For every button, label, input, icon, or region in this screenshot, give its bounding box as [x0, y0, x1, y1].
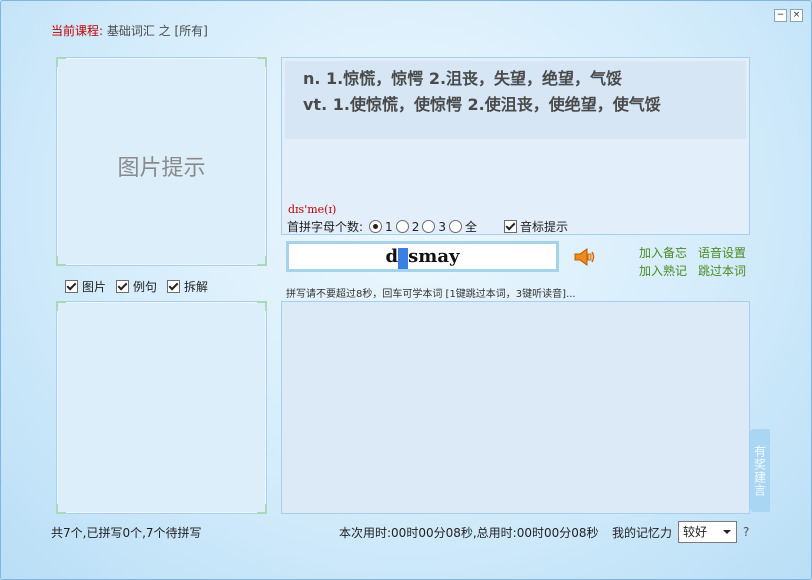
definition-verb: vt. 1.使惊慌，使惊愕 2.使沮丧，使绝望，使气馁 [303, 95, 661, 114]
current-course: 当前课程: 基础词汇 之 [所有] [51, 22, 208, 39]
skip-word-link[interactable]: 跳过本词 [698, 262, 746, 279]
course-label: 当前课程: [51, 24, 104, 38]
voice-settings-link[interactable]: 语音设置 [698, 244, 746, 261]
corner-marker [257, 256, 267, 266]
time-status: 本次用时:00时00分08秒,总用时:00时00分08秒 [339, 526, 599, 540]
first-letters-row: 首拼字母个数: 1 2 3 全 音标提示 [287, 218, 568, 235]
image-checkbox-label: 图片 [82, 280, 107, 294]
phonetic-hint-label: 音标提示 [519, 220, 568, 234]
memory-select[interactable]: 较好 [678, 521, 737, 543]
first-letters-radio-all[interactable] [448, 220, 462, 233]
definition-panel: n. 1.惊慌，惊愕 2.沮丧，失望，绝望，气馁 vt. 1.使惊慌，使惊愕 2… [281, 57, 750, 235]
course-value: 基础词汇 之 [所有] [103, 24, 208, 38]
first-letters-radio-2[interactable] [395, 220, 409, 233]
definition-noun: n. 1.惊慌，惊愕 2.沮丧，失望，绝望，气馁 [303, 69, 623, 88]
corner-marker [257, 301, 267, 311]
first-letters-radio-3[interactable] [422, 220, 436, 233]
image-checkbox[interactable] [65, 280, 78, 293]
image-hint-panel: 图片提示 [56, 57, 267, 266]
spelling-typed: d [385, 246, 399, 267]
spelling-cursor: i [398, 248, 409, 271]
first-letters-label: 首拼字母个数: [287, 220, 364, 234]
close-button[interactable]: × [790, 9, 803, 22]
definition-area: n. 1.惊慌，惊愕 2.沮丧，失望，绝望，气馁 vt. 1.使惊慌，使惊愕 2… [285, 61, 746, 139]
memory-label: 我的记忆力 [612, 526, 673, 540]
first-letters-radio-1[interactable] [369, 220, 383, 233]
first-letters-radio-all-label: 全 [464, 220, 477, 234]
corner-marker [56, 57, 66, 67]
example-panel [56, 301, 267, 514]
corner-marker [257, 57, 267, 67]
phonetic-hint-checkbox[interactable] [503, 220, 517, 233]
breakdown-checkbox[interactable] [167, 280, 180, 293]
spelling-hint: 拼写请不要超过8秒，回车可学本词 [1键跳过本词，3键听读音]... [286, 289, 576, 300]
memory-select-value: 较好 [683, 525, 708, 539]
add-memo-link[interactable]: 加入备忘 [639, 244, 687, 261]
chevron-down-icon [723, 530, 731, 534]
speaker-icon[interactable] [572, 245, 596, 272]
phonetic-text: dɪs'me(ɪ) [288, 203, 337, 216]
corner-marker [257, 504, 267, 514]
option-image[interactable]: 图片 [65, 278, 106, 295]
sentence-panel [281, 301, 750, 514]
image-hint-text: 图片提示 [117, 156, 206, 181]
option-breakdown[interactable]: 拆解 [167, 278, 208, 295]
example-checkbox[interactable] [116, 280, 129, 293]
spelling-input[interactable]: dismay [286, 241, 559, 272]
first-letters-radio-2-label: 2 [411, 219, 420, 234]
minimize-button[interactable]: − [774, 9, 787, 22]
example-checkbox-label: 例句 [133, 280, 158, 294]
first-letters-radio-1-label: 1 [385, 219, 393, 234]
corner-marker [56, 301, 66, 311]
option-example[interactable]: 例句 [116, 278, 157, 295]
suggestion-tab[interactable]: 有奖建言 [750, 429, 770, 512]
progress-status: 共7个,已拼写0个,7个待拼写 [51, 526, 202, 540]
help-icon[interactable]: ? [743, 525, 749, 539]
breakdown-checkbox-label: 拆解 [184, 280, 209, 294]
first-letters-radio-3-label: 3 [438, 219, 446, 234]
corner-marker [56, 504, 66, 514]
add-familiar-link[interactable]: 加入熟记 [639, 262, 687, 279]
spelling-rest: smay [408, 246, 460, 267]
corner-marker [56, 256, 66, 266]
